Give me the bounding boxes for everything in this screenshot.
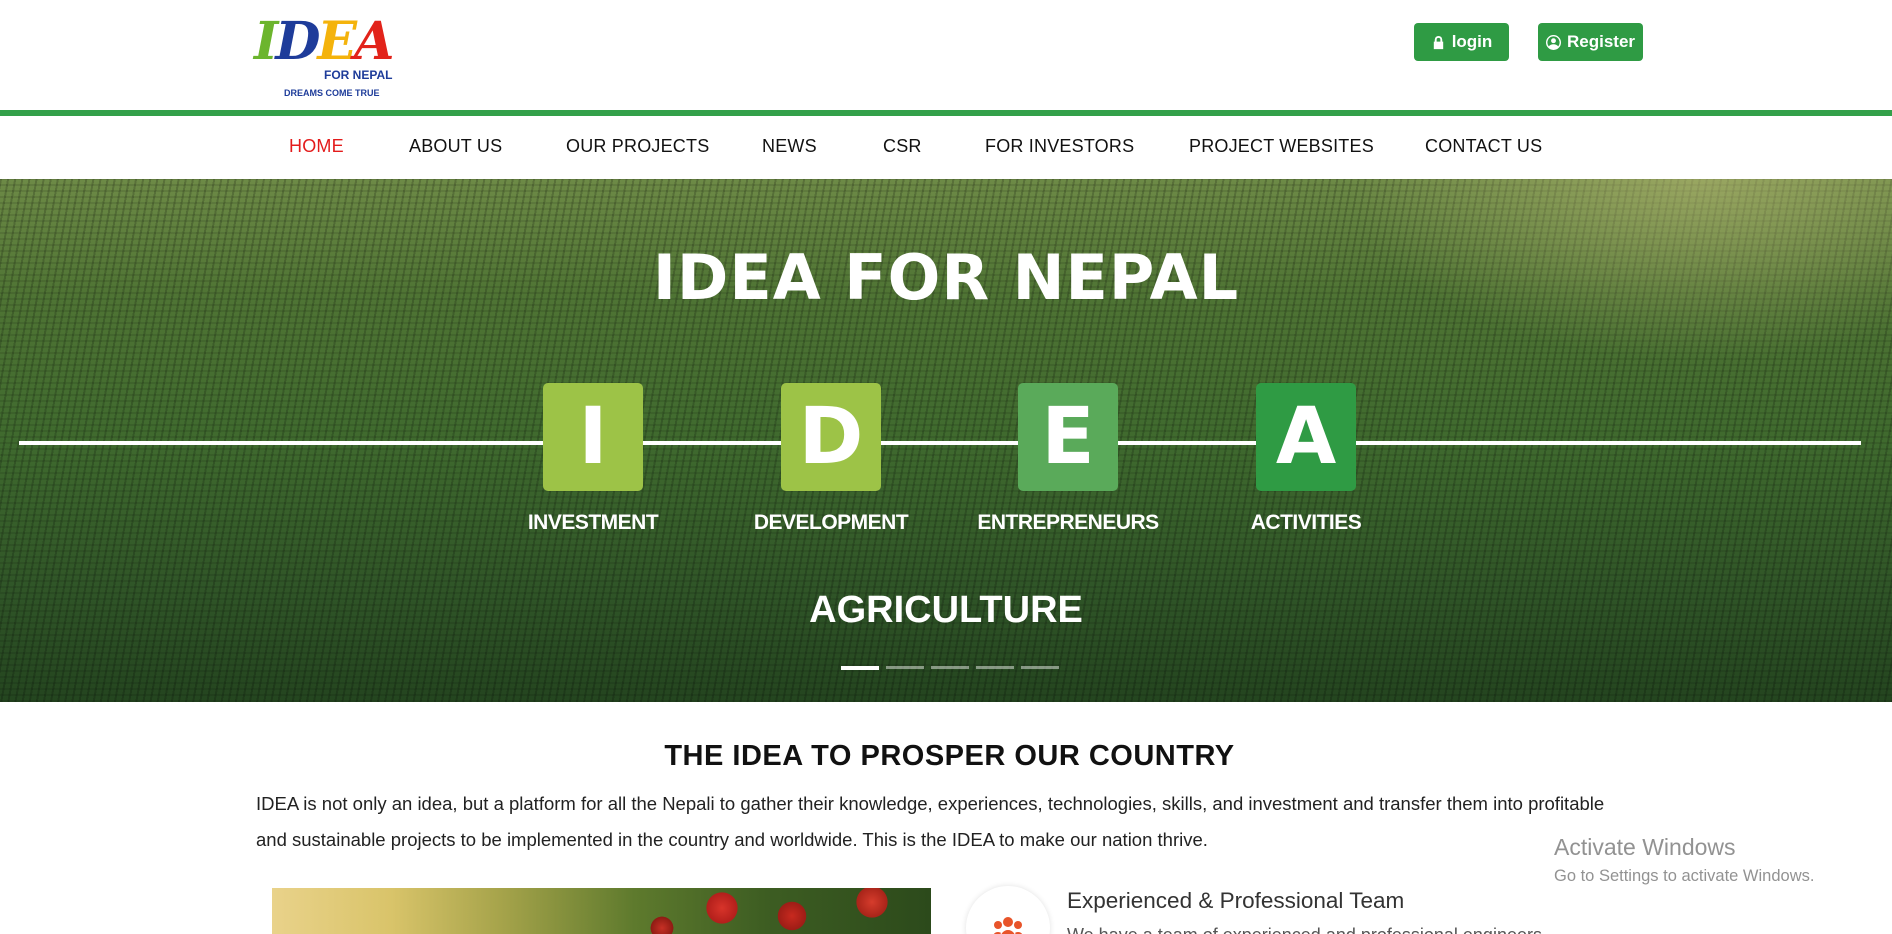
step-label-entrepreneurs: ENTREPRENEURS: [977, 511, 1159, 534]
letter-box-a: A: [1256, 383, 1356, 491]
slider-indicator[interactable]: [886, 666, 924, 669]
watermark-line-1: Activate Windows: [1554, 834, 1736, 860]
image-edge: [256, 888, 272, 934]
hero-slider: IDEA FOR NEPAL I D E A INVESTMENT DEVELO…: [0, 179, 1892, 702]
step-label-development: DEVELOPMENT: [753, 511, 909, 534]
lock-icon: [1433, 35, 1443, 49]
logo-tagline: DREAMS COME TRUE: [284, 88, 380, 98]
step-label-activities: ACTIVITIES: [1250, 511, 1362, 534]
nav-item-our-projects[interactable]: OUR PROJECTS: [566, 136, 709, 157]
logo-letter-a: A: [354, 11, 394, 72]
login-label: login: [1451, 32, 1493, 51]
watermark-line-2: Go to Settings to activate Windows.: [1554, 867, 1815, 885]
hero-timeline-line: [19, 441, 1861, 445]
idea-logo[interactable]: IDEA FOR NEPAL DREAMS COME TRUE: [254, 14, 409, 102]
nav-item-for-investors[interactable]: FOR INVESTORS: [985, 136, 1134, 157]
intro-paragraph: IDEA is not only an idea, but a platform…: [256, 793, 1605, 850]
slider-indicators: [841, 666, 1059, 670]
windows-activation-watermark: Activate Windows Go to Settings to activ…: [1554, 834, 1814, 886]
slider-indicator[interactable]: [976, 666, 1014, 669]
main-nav: HOME ABOUT US OUR PROJECTS NEWS CSR FOR …: [0, 116, 1892, 179]
step-label-investment: INVESTMENT: [527, 511, 659, 534]
register-label: Register: [1566, 32, 1636, 51]
nav-item-home[interactable]: HOME: [289, 136, 344, 157]
nav-item-news[interactable]: NEWS: [762, 136, 817, 157]
slider-indicator[interactable]: [841, 666, 879, 670]
logo-wordmark: IDEA: [254, 11, 394, 72]
team-icon: [993, 917, 1023, 934]
hero-subtitle: AGRICULTURE: [809, 589, 1083, 631]
logo-subtitle: FOR NEPAL: [324, 68, 393, 82]
section-title: THE IDEA TO PROSPER OUR COUNTRY: [664, 740, 1235, 772]
slider-indicator[interactable]: [931, 666, 969, 669]
top-header: IDEA FOR NEPAL DREAMS COME TRUE login Re…: [0, 0, 1892, 111]
logo-letter-i: I: [254, 11, 278, 72]
slider-indicator[interactable]: [1021, 666, 1059, 669]
letter-box-i: I: [543, 383, 643, 491]
feature-description: We have a team of experienced and profes…: [1067, 924, 1547, 934]
logo-letter-e: E: [317, 11, 357, 72]
login-button[interactable]: login: [1414, 23, 1509, 61]
feature-title: Experienced & Professional Team: [1067, 888, 1405, 913]
register-button[interactable]: Register: [1538, 23, 1643, 61]
user-circle-icon: [1545, 34, 1561, 50]
nav-item-csr[interactable]: CSR: [883, 136, 922, 157]
nav-item-contact-us[interactable]: CONTACT US: [1425, 136, 1542, 157]
nav-item-about-us[interactable]: ABOUT US: [409, 136, 502, 157]
apple-orchard-image: [272, 888, 931, 934]
nav-item-project-websites[interactable]: PROJECT WEBSITES: [1189, 136, 1374, 157]
hero-title: IDEA FOR NEPAL: [652, 241, 1240, 314]
letter-box-d: D: [781, 383, 881, 491]
letter-box-e: E: [1018, 383, 1118, 491]
logo-letter-d: D: [275, 11, 320, 72]
